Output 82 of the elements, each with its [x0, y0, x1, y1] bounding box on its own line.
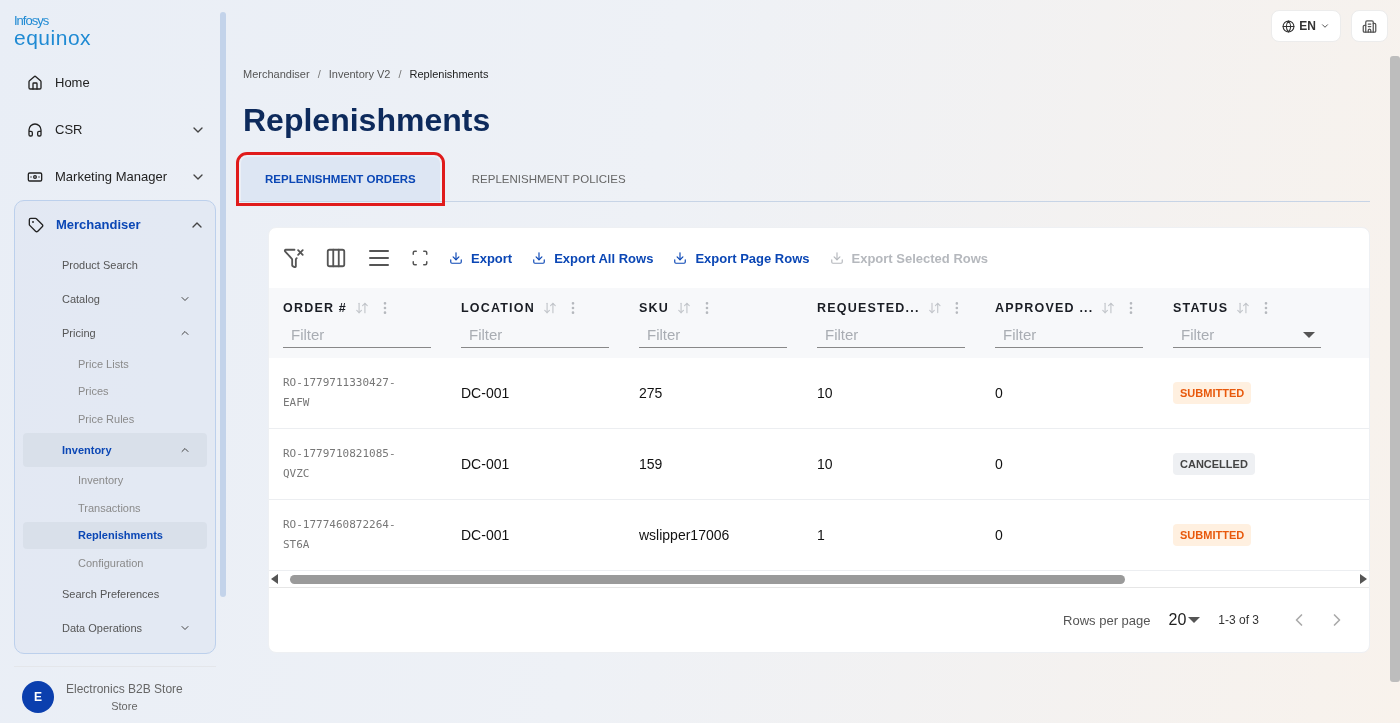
filter-field[interactable]: Filter: [639, 322, 787, 348]
nav-item[interactable]: CSR: [14, 106, 216, 153]
sort-icon[interactable]: [542, 301, 557, 315]
nav-item[interactable]: Merchandiser: [15, 201, 215, 248]
order-number: RO-1777460872264- ST6A: [283, 517, 397, 553]
nav-item[interactable]: Replenishments: [23, 521, 207, 549]
sort-icon[interactable]: [677, 301, 691, 315]
status-badge: CANCELLED: [1173, 453, 1255, 475]
filter-off-icon[interactable]: [283, 247, 305, 269]
language-button[interactable]: EN: [1271, 10, 1341, 42]
rows-per-page-select[interactable]: 20: [1168, 611, 1201, 629]
breadcrumb-link[interactable]: Merchandiser: [243, 68, 310, 80]
columns-icon[interactable]: [325, 247, 347, 269]
table-cell-text: wslipper17006: [639, 527, 731, 543]
export-button[interactable]: Export Page Rows: [673, 250, 810, 266]
sort-icon[interactable]: [1101, 301, 1116, 315]
nav-item[interactable]: Search Preferences: [23, 576, 207, 611]
caret-icon: [1188, 617, 1201, 623]
nav-item[interactable]: Product Search: [23, 248, 207, 282]
table-cell-text: 1: [817, 527, 826, 543]
nav-item[interactable]: Home: [14, 59, 216, 106]
column-header[interactable]: REQUESTED...: [817, 301, 920, 315]
table-cell-text: 10: [817, 456, 834, 472]
table-cell-text: 0: [995, 385, 1004, 401]
sort-icon[interactable]: [1236, 301, 1251, 315]
download-icon: [449, 251, 463, 265]
filter-field[interactable]: Filter: [283, 322, 431, 348]
filter-field[interactable]: Filter: [817, 322, 965, 348]
download-icon: [673, 251, 688, 265]
table-cell-text: 275: [639, 385, 664, 401]
column-header[interactable]: LOCATION: [461, 301, 535, 315]
breadcrumb-link[interactable]: Replenishments: [409, 68, 489, 80]
scroll-right-icon[interactable]: [1360, 574, 1367, 584]
column-header[interactable]: SKU: [639, 301, 669, 315]
store-type: Store: [111, 700, 138, 712]
column-header[interactable]: ORDER #: [283, 301, 347, 315]
table-cell-text: DC-001: [461, 456, 511, 472]
scroll-left-icon[interactable]: [271, 574, 278, 584]
breadcrumb-separator: /: [317, 68, 321, 80]
tag-icon: [28, 216, 44, 233]
nav-item[interactable]: Marketing Manager: [14, 153, 216, 200]
status-badge: SUBMITTED: [1173, 524, 1252, 546]
caret-icon: [1320, 21, 1330, 31]
rows-per-page-label: Rows per page: [1063, 612, 1151, 628]
sort-icon[interactable]: [927, 301, 942, 315]
order-number: RO-1779710821085- QVZC: [283, 446, 397, 482]
home-icon: [27, 74, 43, 91]
nav-item[interactable]: Catalog: [23, 282, 207, 316]
nav-item[interactable]: Inventory: [23, 432, 207, 467]
sort-icon[interactable]: [354, 301, 369, 315]
download-icon: [829, 251, 844, 265]
column-header[interactable]: APPROVED ...: [995, 301, 1094, 315]
tab[interactable]: REPLENISHMENT POLICIES: [447, 157, 650, 201]
dropdown-caret-icon[interactable]: [1303, 332, 1315, 338]
export-button[interactable]: Export All Rows: [532, 250, 654, 266]
building-icon: [1362, 18, 1377, 34]
status-badge: SUBMITTED: [1173, 382, 1252, 404]
fullscreen-icon[interactable]: [411, 249, 429, 267]
export-button[interactable]: Export: [449, 250, 513, 266]
table-cell-text: 159: [639, 456, 664, 472]
nav-item[interactable]: Data Operations: [23, 610, 207, 645]
table-cell-text: 10: [817, 385, 834, 401]
filter-field[interactable]: Filter: [995, 322, 1143, 348]
table-cell-text: 0: [995, 456, 1004, 472]
headphones-icon: [27, 121, 43, 138]
store-button[interactable]: [1351, 10, 1388, 42]
column-header[interactable]: STATUS: [1173, 301, 1229, 315]
table-cell-text: DC-001: [461, 527, 511, 543]
table-cell-text: DC-001: [461, 385, 511, 401]
nav-item[interactable]: Pricing: [23, 316, 207, 350]
page-title: Replenishments: [243, 102, 492, 139]
download-icon: [532, 251, 547, 265]
breadcrumb-link[interactable]: Inventory V2: [328, 68, 391, 80]
store-name: Electronics B2B Store: [66, 682, 183, 696]
page-range: 1-3 of 3: [1218, 613, 1259, 627]
logo: Infosys equinox: [14, 14, 93, 48]
store-avatar: E: [22, 681, 54, 713]
table-cell-text: 0: [995, 527, 1004, 543]
globe-icon: [1282, 19, 1296, 33]
breadcrumb-separator: /: [398, 68, 402, 80]
filter-field[interactable]: Filter: [461, 322, 609, 348]
order-number: RO-1779711330427- EAFW: [283, 375, 397, 411]
